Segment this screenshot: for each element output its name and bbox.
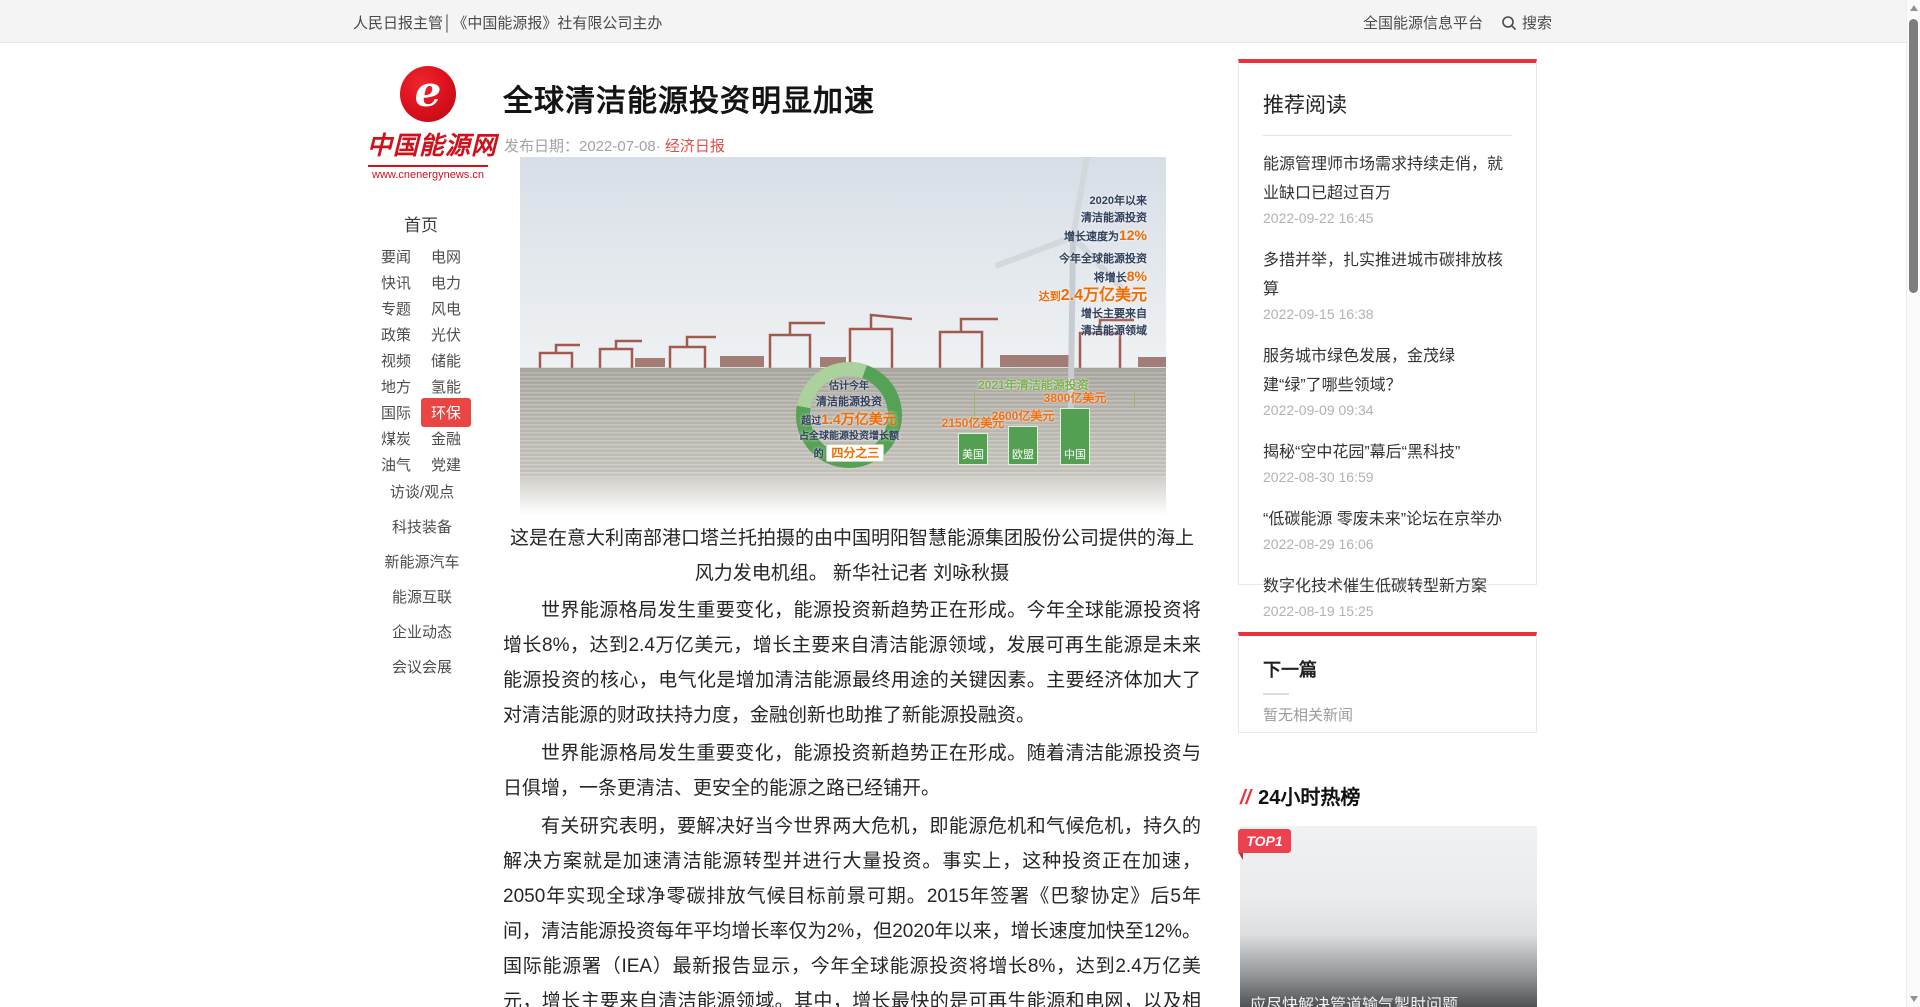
slashes-icon: // xyxy=(1240,787,1251,810)
sidebar-item-kuaixun[interactable]: 快讯 xyxy=(371,272,421,293)
sidebar-item-keji[interactable]: 科技装备 xyxy=(352,516,492,537)
hot-list-title: 24小时热榜 xyxy=(1258,781,1360,810)
sidebar-item-chuneng[interactable]: 储能 xyxy=(421,350,471,371)
scrollbar-up-icon[interactable] xyxy=(1910,5,1918,11)
search-button[interactable]: 搜索 xyxy=(1501,12,1552,33)
logo-underline xyxy=(368,165,488,167)
sidebar-item-home[interactable]: 首页 xyxy=(373,211,469,236)
top1-badge: TOP1 xyxy=(1238,829,1291,853)
bar-eu: 欧盟 xyxy=(1008,426,1038,465)
paragraph: 有关研究表明，要解决好当今世界两大危机，即能源危机和气候危机，持久的解决方案就是… xyxy=(503,809,1201,1007)
bar-chart-bracket-right xyxy=(1134,392,1135,406)
next-article-box: 下一篇 暂无相关新闻 xyxy=(1238,632,1537,733)
recommend-box: 推荐阅读 能源管理师市场需求持续走俏，就业缺口已超过百万 2022-09-22 … xyxy=(1238,59,1537,585)
page: 人民日报主管│《中国能源报》社有限公司主办 全国能源信息平台 搜索 e 中国能源… xyxy=(0,0,1920,1007)
infographic-block-thisyear: 今年全球能源投资 将增长8% 达到2.4万亿美元 增长主要来自 清洁能源领域 xyxy=(1039,251,1147,340)
sidebar-item-shipin[interactable]: 视频 xyxy=(371,350,421,371)
sidebar-item-fengdian[interactable]: 风电 xyxy=(421,298,471,319)
logo-e-icon: e xyxy=(400,66,456,122)
list-item[interactable]: 数字化技术催生低碳转型新方案 2022-08-19 15:25 xyxy=(1263,572,1512,619)
paragraph: 世界能源格局发生重要变化，能源投资新趋势正在形成。今年全球能源投资将增长8%，达… xyxy=(503,593,1201,733)
sidebar-item-difang[interactable]: 地方 xyxy=(371,376,421,397)
sidebar-item-yaowen[interactable]: 要闻 xyxy=(371,246,421,267)
article-meta: 发布日期：2022-07-08· 经济日报 xyxy=(504,135,725,156)
paragraph: 世界能源格局发生重要变化，能源投资新趋势正在形成。随着清洁能源投资与日俱增，一条… xyxy=(503,736,1201,806)
article-image: 2020年以来 清洁能源投资 增长速度为12% 今年全球能源投资 将增长8% 达… xyxy=(520,157,1166,515)
list-item[interactable]: 揭秘“空中花园”幕后“黑科技” 2022-08-30 16:59 xyxy=(1263,438,1512,485)
site-name: 中国能源网 xyxy=(367,126,489,162)
list-item[interactable]: 服务城市绿色发展，金茂绿建“绿”了哪些领域？ 2022-09-09 09:34 xyxy=(1263,342,1512,418)
site-url: www.cnenergynews.cn xyxy=(367,169,489,181)
hot-item-title: 应尽快解决管道输气掣肘问题 xyxy=(1250,991,1458,1007)
sidebar-item-huanbao-active[interactable]: 环保 xyxy=(421,398,471,427)
sidebar-item-zhengce[interactable]: 政策 xyxy=(371,324,421,345)
sidebar-item-dangjian[interactable]: 党建 xyxy=(421,454,471,475)
sidebar-item-guoji[interactable]: 国际 xyxy=(371,402,421,423)
article-source: 经济日报 xyxy=(665,138,725,155)
search-icon xyxy=(1501,15,1517,31)
scrollbar-down-icon[interactable] xyxy=(1910,996,1918,1002)
energy-platform-link[interactable]: 全国能源信息平台 xyxy=(1363,12,1483,33)
infographic-block-2020: 2020年以来 清洁能源投资 增长速度为12% xyxy=(1064,193,1147,246)
next-article-title: 下一篇 xyxy=(1263,656,1512,682)
bar-column-us: 2150亿美元 美国 xyxy=(948,370,998,465)
sidebar-item-meitan[interactable]: 煤炭 xyxy=(371,428,421,449)
bar-us: 美国 xyxy=(958,433,988,465)
sidebar-item-huiyi[interactable]: 会议会展 xyxy=(352,656,492,677)
divider xyxy=(1263,693,1289,695)
sidebar-item-zhuanti[interactable]: 专题 xyxy=(371,298,421,319)
sidebar-item-dianli[interactable]: 电力 xyxy=(421,272,471,293)
page-title: 全球清洁能源投资明显加速 xyxy=(503,76,1203,120)
scrollbar[interactable] xyxy=(1906,0,1920,1007)
sidebar-item-guangfu[interactable]: 光伏 xyxy=(421,324,471,345)
list-item[interactable]: “低碳能源 零废未来”论坛在京举办 2022-08-29 16:06 xyxy=(1263,505,1512,552)
sidebar-item-fangtan[interactable]: 访谈/观点 xyxy=(352,481,492,502)
scrollbar-thumb[interactable] xyxy=(1909,19,1918,293)
list-item[interactable]: 能源管理师市场需求持续走俏，就业缺口已超过百万 2022-09-22 16:45 xyxy=(1263,150,1512,226)
list-item[interactable]: 多措并举，扎实推进城市碳排放核算 2022-09-15 16:38 xyxy=(1263,246,1512,322)
sidebar-item-hulian[interactable]: 能源互联 xyxy=(352,586,492,607)
next-article-empty: 暂无相关新闻 xyxy=(1263,704,1512,725)
site-logo[interactable]: e 中国能源网 www.cnenergynews.cn xyxy=(367,66,489,181)
image-caption: 这是在意大利南部港口塔兰托拍摄的由中国明阳智慧能源集团股份公司提供的海上风力发电… xyxy=(503,521,1201,591)
bar-chart: 2021年清洁能源投资 2150亿美元 美国 2600亿美元 欧盟 3800亿美… xyxy=(938,370,1166,465)
topbar-right: 全国能源信息平台 搜索 xyxy=(1363,12,1552,33)
topbar: 人民日报主管│《中国能源报》社有限公司主办 全国能源信息平台 搜索 xyxy=(0,0,1906,43)
sidebar-item-qingneng[interactable]: 氢能 xyxy=(421,376,471,397)
sidebar-item-dianwang[interactable]: 电网 xyxy=(421,246,471,267)
divider xyxy=(1263,135,1512,136)
article-body: 这是在意大利南部港口塔兰托拍摄的由中国明阳智慧能源集团股份公司提供的海上风力发电… xyxy=(503,521,1201,1007)
bar-column-eu: 2600亿美元 欧盟 xyxy=(998,370,1048,465)
site-sponsor-text: 人民日报主管│《中国能源报》社有限公司主办 xyxy=(353,12,662,33)
sidebar-item-youqi[interactable]: 油气 xyxy=(371,454,421,475)
hot-list-header: // 24小时热榜 xyxy=(1240,781,1360,810)
publish-date: 发布日期：2022-07-08· xyxy=(504,138,661,155)
sidebar-item-qiye[interactable]: 企业动态 xyxy=(352,621,492,642)
donut-chart-text: 估计今年 清洁能源投资 超过1.4万亿美元 占全球能源投资增长额 的 四分之三 xyxy=(782,379,916,462)
nav-menu: 要闻电网 快讯电力 专题风电 政策光伏 视频储能 地方氢能 国际环保 煤炭金融 … xyxy=(371,243,471,477)
search-label: 搜索 xyxy=(1522,12,1552,33)
bar-column-china: 3800亿美元 中国 xyxy=(1050,370,1100,465)
top1-badge-fold xyxy=(1238,852,1243,860)
nav-extra: 访谈/观点 科技装备 新能源汽车 能源互联 企业动态 会议会展 xyxy=(352,481,492,691)
sidebar-item-xinnengyuan[interactable]: 新能源汽车 xyxy=(352,551,492,572)
hot-list-item-1[interactable]: 应尽快解决管道输气掣肘问题 xyxy=(1240,826,1537,1007)
recommend-title: 推荐阅读 xyxy=(1263,89,1512,119)
bar-china: 中国 xyxy=(1060,408,1090,465)
sidebar-item-jinrong[interactable]: 金融 xyxy=(421,428,471,449)
